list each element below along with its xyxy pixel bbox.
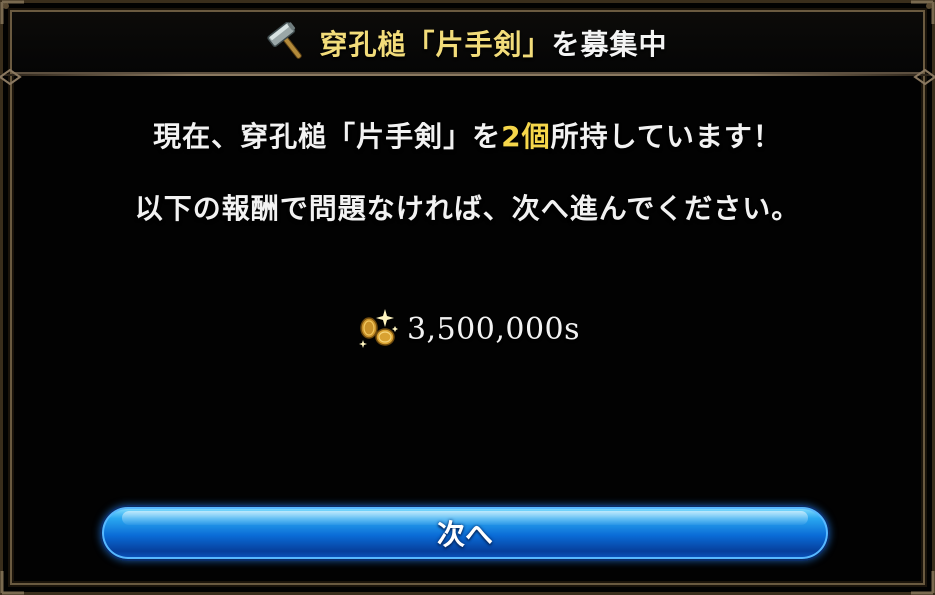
corner-ornament-bottom-right [911,571,935,595]
dialog-frame-inner [10,10,925,585]
next-button-label: 次へ [436,518,493,551]
reward-amount: 3,500,000s [406,311,581,347]
dialog-title-row: 穿孔槌「片手剣」を募集中 [0,18,935,68]
message-line-1-prefix: 現在、穿孔槌「片手剣」を [153,120,502,153]
hammer-icon [267,22,303,59]
dialog-title: 穿孔槌「片手剣」を募集中 [319,23,667,63]
message-line-1-suffix: 所持しています！ [550,120,782,153]
reward-row: 3,500,000s [0,302,935,356]
title-item-name: 穿孔槌「片手剣」 [319,28,552,61]
message-line-2: 以下の報酬で問題なければ、次へ進んでください。 [134,192,801,225]
next-button[interactable]: 次へ [100,505,830,561]
corner-ornament-bottom-left [0,571,24,595]
title-suffix: を募集中 [551,28,668,61]
message-line-1: 現在、穿孔槌「片手剣」を2個所持しています！ [40,115,895,155]
header-divider [0,74,935,76]
gold-coins-icon [358,309,398,348]
recruit-dialog: 穿孔槌「片手剣」を募集中 現在、穿孔槌「片手剣」を2個所持しています！ 以下の報… [0,0,935,595]
owned-count: 2個 [501,120,551,153]
